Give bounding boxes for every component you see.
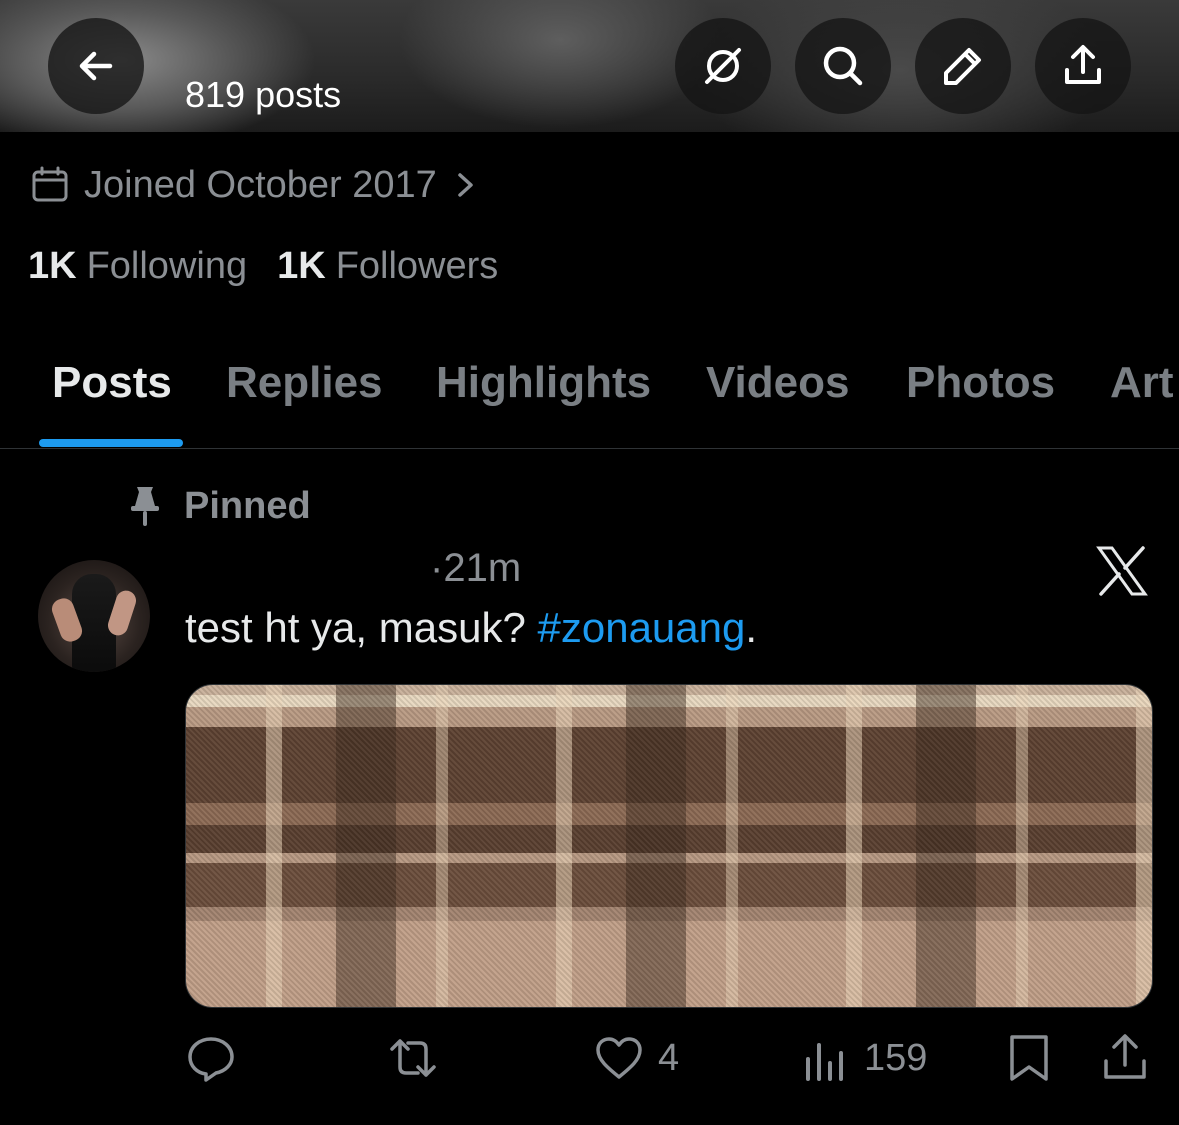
views-count: 159 xyxy=(864,1036,928,1079)
bookmark-button[interactable] xyxy=(1004,1032,1054,1084)
active-tab-indicator xyxy=(39,439,183,447)
pencil-icon xyxy=(944,48,981,85)
tab-photos[interactable]: Photos xyxy=(906,358,1055,408)
back-button[interactable] xyxy=(48,18,144,114)
post-timestamp[interactable]: ·21m xyxy=(430,546,521,591)
chevron-right-icon xyxy=(458,173,473,197)
following-count: 1K xyxy=(28,245,77,287)
followers-link[interactable]: 1K Followers xyxy=(277,245,498,288)
profile-tabs: Posts Replies Highlights Videos Photos A… xyxy=(0,330,1179,449)
search-icon xyxy=(823,46,863,86)
analytics-icon xyxy=(806,1043,843,1081)
arrow-left-icon xyxy=(79,51,113,81)
followers-label: Followers xyxy=(335,245,499,287)
share-icon xyxy=(1104,1034,1146,1079)
profile-header-banner: 819 posts xyxy=(0,0,1179,132)
grok-icon xyxy=(705,48,741,84)
tab-videos[interactable]: Videos xyxy=(706,358,849,408)
avatar[interactable] xyxy=(38,560,150,672)
share-icon xyxy=(1065,45,1101,84)
tab-replies[interactable]: Replies xyxy=(226,358,383,408)
like-button[interactable]: 4 xyxy=(594,1032,679,1084)
reply-icon xyxy=(188,1037,234,1082)
followers-count: 1K xyxy=(277,245,326,287)
repost-button[interactable] xyxy=(388,1032,452,1084)
joined-date: Joined October 2017 xyxy=(84,163,437,206)
post-text-end: . xyxy=(745,604,758,651)
pinned-label: Pinned xyxy=(184,484,311,527)
edit-profile-button[interactable] xyxy=(915,18,1011,114)
repost-icon xyxy=(390,1039,436,1077)
reply-button[interactable] xyxy=(186,1032,250,1084)
x-logo-icon xyxy=(1096,546,1148,596)
share-profile-button[interactable] xyxy=(1035,18,1131,114)
follow-stats: 1K Following 1K Followers xyxy=(28,245,498,288)
post-text-body: test ht ya, masuk? xyxy=(185,604,538,651)
pin-icon xyxy=(131,487,159,526)
tab-posts[interactable]: Posts xyxy=(52,358,172,408)
pinned-indicator: Pinned xyxy=(128,484,311,528)
share-post-button[interactable] xyxy=(1100,1032,1150,1084)
following-label: Following xyxy=(86,245,248,287)
post-media-image[interactable] xyxy=(185,684,1153,1008)
grok-button[interactable] xyxy=(675,18,771,114)
like-count: 4 xyxy=(658,1036,680,1079)
views-button[interactable]: 159 xyxy=(800,1032,927,1084)
tab-articles[interactable]: Art xyxy=(1110,358,1174,408)
hashtag-link[interactable]: #zonauang xyxy=(538,604,746,651)
post-text: test ht ya, masuk? #zonauang. xyxy=(185,604,757,652)
posts-count: 819 posts xyxy=(185,74,342,115)
search-button[interactable] xyxy=(795,18,891,114)
heart-icon xyxy=(596,1037,642,1079)
bookmark-icon xyxy=(1010,1035,1048,1081)
tab-highlights[interactable]: Highlights xyxy=(436,358,651,408)
following-link[interactable]: 1K Following xyxy=(28,245,247,288)
joined-date-row[interactable]: Joined October 2017 xyxy=(30,160,479,210)
calendar-icon xyxy=(32,166,68,202)
